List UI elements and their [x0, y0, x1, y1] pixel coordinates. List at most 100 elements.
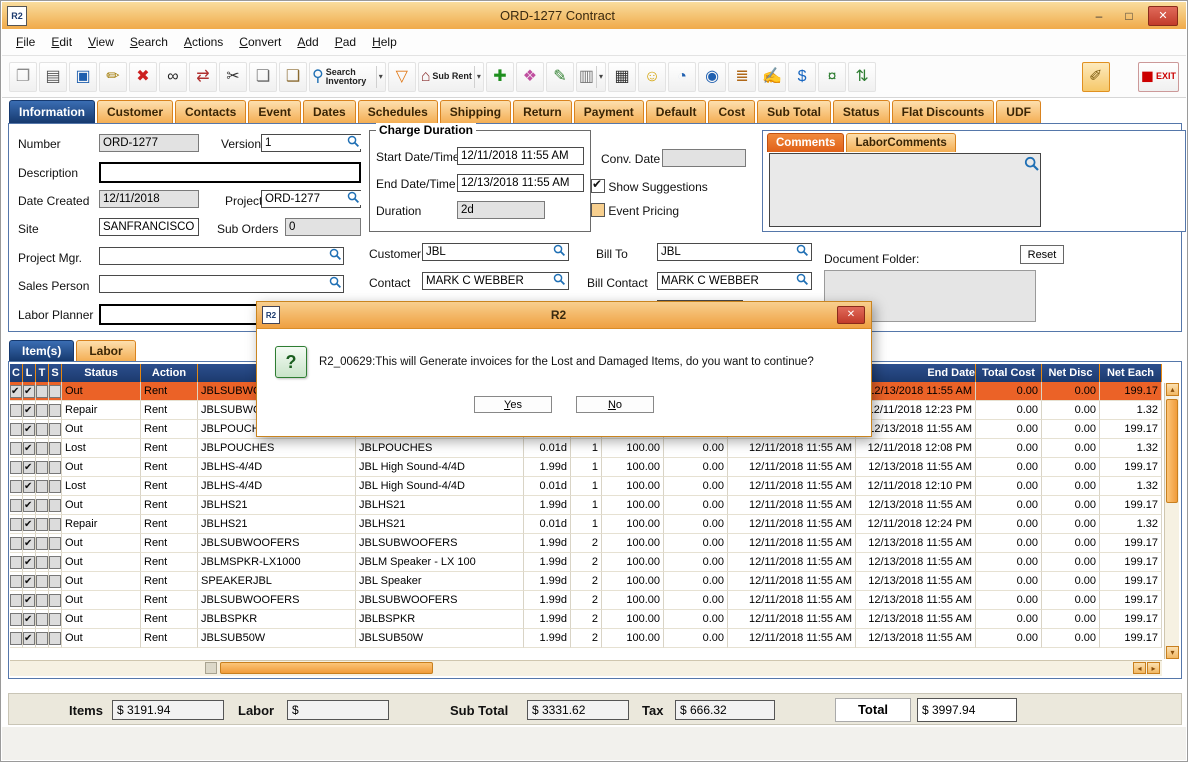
- row-checkbox-c[interactable]: [10, 518, 22, 531]
- vertical-scroll-thumb[interactable]: [1166, 399, 1178, 503]
- yes-button[interactable]: Yes: [474, 396, 552, 413]
- start-date-field[interactable]: 12/11/2018 11:55 AM: [457, 147, 584, 165]
- row-checkbox-t[interactable]: [36, 461, 48, 474]
- tab-labor-comments[interactable]: LaborComments: [846, 133, 955, 152]
- row-checkbox-c[interactable]: [10, 499, 22, 512]
- menu-item[interactable]: Edit: [43, 32, 80, 52]
- row-checkbox-l[interactable]: [23, 632, 35, 645]
- project-mgr-field[interactable]: [99, 247, 344, 265]
- menu-item[interactable]: File: [8, 32, 43, 52]
- row-checkbox-s[interactable]: [49, 385, 61, 398]
- project-field[interactable]: ORD-1277: [261, 190, 361, 208]
- tab-information[interactable]: Information: [9, 100, 95, 123]
- site-field[interactable]: SANFRANCISCO: [99, 218, 199, 236]
- table-row[interactable]: Out Rent JBLSUB50W JBLSUB50W 1.99d 2 100…: [10, 629, 1162, 648]
- scroll-right-button[interactable]: ▸: [1147, 662, 1160, 674]
- table-row[interactable]: Lost Rent JBLPOUCHES JBLPOUCHES 0.01d 1 …: [10, 439, 1162, 458]
- row-checkbox-l[interactable]: [23, 556, 35, 569]
- dialog-close-button[interactable]: ✕: [837, 306, 865, 324]
- convert-button[interactable]: ⇄: [189, 62, 217, 92]
- header-l[interactable]: L: [23, 364, 36, 382]
- close-button[interactable]: ✕: [1148, 6, 1178, 26]
- table-row[interactable]: Out Rent JBLSUBWOOFERS JBLSUBWOOFERS 1.9…: [10, 534, 1162, 553]
- sync-button[interactable]: ⇅: [848, 62, 876, 92]
- search-icon[interactable]: [1024, 156, 1038, 170]
- row-checkbox-l[interactable]: [23, 461, 35, 474]
- menu-item[interactable]: Search: [122, 32, 176, 52]
- find-button[interactable]: ∞: [159, 62, 187, 92]
- notes-button[interactable]: ✍: [758, 62, 786, 92]
- row-checkbox-l[interactable]: [23, 537, 35, 550]
- row-checkbox-l[interactable]: [23, 423, 35, 436]
- dropdown-arrow-icon[interactable]: ▾: [376, 66, 383, 88]
- version-field[interactable]: 1: [261, 134, 361, 152]
- reset-button[interactable]: Reset: [1020, 245, 1064, 264]
- vertical-scrollbar[interactable]: ▴ ▾: [1164, 383, 1179, 659]
- row-checkbox-t[interactable]: [36, 404, 48, 417]
- bill-contact-field[interactable]: MARK C WEBBER: [657, 272, 812, 290]
- header-action[interactable]: Action: [141, 364, 198, 382]
- dollar-button[interactable]: $: [788, 62, 816, 92]
- tab-schedules[interactable]: Schedules: [358, 100, 438, 123]
- header-status[interactable]: Status: [62, 364, 141, 382]
- row-checkbox-s[interactable]: [49, 632, 61, 645]
- menu-item[interactable]: Convert: [231, 32, 289, 52]
- tab-items[interactable]: Item(s): [9, 340, 74, 361]
- search-icon[interactable]: [553, 244, 567, 258]
- customer-field[interactable]: JBL: [422, 243, 569, 261]
- print-button[interactable]: ▤: [39, 62, 67, 92]
- table-row[interactable]: Out Rent JBLHS-4/4D JBL High Sound-4/4D …: [10, 458, 1162, 477]
- row-checkbox-s[interactable]: [49, 556, 61, 569]
- row-checkbox-t[interactable]: [36, 385, 48, 398]
- tab-default[interactable]: Default: [646, 100, 707, 123]
- search-icon[interactable]: [796, 244, 810, 258]
- row-checkbox-l[interactable]: [23, 575, 35, 588]
- header-end-date[interactable]: End Date: [856, 364, 976, 382]
- row-checkbox-c[interactable]: [10, 613, 22, 626]
- dialog-title-bar[interactable]: R2 R2 ✕: [257, 302, 871, 329]
- cut-button[interactable]: ✂: [219, 62, 247, 92]
- money-button[interactable]: ¤: [818, 62, 846, 92]
- dropdown-arrow-icon[interactable]: ▾: [596, 66, 603, 88]
- copy-button[interactable]: ❏: [249, 62, 277, 92]
- delete-button[interactable]: ✖: [129, 62, 157, 92]
- edit-note-button[interactable]: ✎: [546, 62, 574, 92]
- row-checkbox-l[interactable]: [23, 480, 35, 493]
- tab-labor[interactable]: Labor: [76, 340, 135, 361]
- clock-button[interactable]: ◔: [668, 62, 696, 92]
- funnel-button[interactable]: ▽: [388, 62, 416, 92]
- contact-field[interactable]: MARK C WEBBER: [422, 272, 569, 290]
- row-checkbox-s[interactable]: [49, 423, 61, 436]
- show-suggestions-checkbox[interactable]: [591, 179, 605, 193]
- maximize-button[interactable]: □: [1118, 7, 1140, 25]
- row-checkbox-t[interactable]: [36, 423, 48, 436]
- row-checkbox-s[interactable]: [49, 594, 61, 607]
- table-row[interactable]: Out Rent JBLBSPKR JBLBSPKR 1.99d 2 100.0…: [10, 610, 1162, 629]
- save-button[interactable]: ▣: [69, 62, 97, 92]
- tab-customer[interactable]: Customer: [97, 100, 173, 123]
- row-checkbox-t[interactable]: [36, 480, 48, 493]
- tab-status[interactable]: Status: [833, 100, 890, 123]
- menu-item[interactable]: Pad: [327, 32, 364, 52]
- row-checkbox-t[interactable]: [36, 632, 48, 645]
- row-checkbox-t[interactable]: [36, 518, 48, 531]
- row-checkbox-t[interactable]: [36, 594, 48, 607]
- tab-udf[interactable]: UDF: [996, 100, 1041, 123]
- tab-dates[interactable]: Dates: [303, 100, 356, 123]
- tab-cost[interactable]: Cost: [708, 100, 755, 123]
- tab-event[interactable]: Event: [248, 100, 301, 123]
- minimize-button[interactable]: –: [1088, 7, 1110, 25]
- sub-rent-button[interactable]: ⌂ Sub Rent ▾: [418, 62, 484, 92]
- row-checkbox-t[interactable]: [36, 613, 48, 626]
- row-checkbox-s[interactable]: [49, 575, 61, 588]
- row-checkbox-c[interactable]: [10, 575, 22, 588]
- tab-payment[interactable]: Payment: [574, 100, 644, 123]
- tab-return[interactable]: Return: [513, 100, 572, 123]
- bill-to-field[interactable]: JBL: [657, 243, 812, 261]
- search-icon[interactable]: [553, 273, 567, 287]
- row-checkbox-s[interactable]: [49, 518, 61, 531]
- row-checkbox-t[interactable]: [36, 575, 48, 588]
- sales-person-field[interactable]: [99, 275, 344, 293]
- search-icon[interactable]: [329, 276, 343, 290]
- row-checkbox-l[interactable]: [23, 518, 35, 531]
